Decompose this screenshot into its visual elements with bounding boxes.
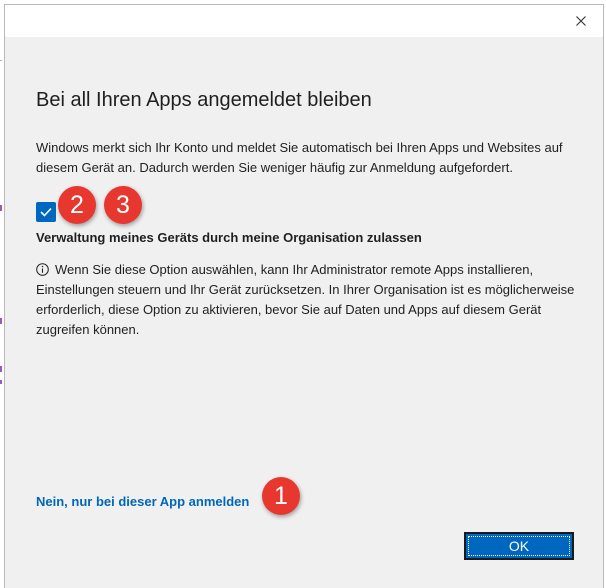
info-text-block: Wenn Sie diese Option auswählen, kann Ih… xyxy=(36,260,581,340)
allow-management-checkbox[interactable] xyxy=(36,202,56,222)
checkmark-icon xyxy=(40,207,52,217)
info-icon xyxy=(36,263,49,276)
close-button[interactable] xyxy=(571,11,591,31)
page: Bei all Ihren Apps angemeldet bleiben Wi… xyxy=(0,0,606,588)
sign-in-this-app-only-link[interactable]: Nein, nur bei dieser App anmelden xyxy=(36,494,249,509)
ok-button-label: OK xyxy=(508,538,530,554)
allow-management-label: Verwaltung meines Geräts durch meine Org… xyxy=(36,230,422,245)
sign-in-dialog: Bei all Ihren Apps angemeldet bleiben Wi… xyxy=(4,4,604,588)
info-text: Wenn Sie diese Option auswählen, kann Ih… xyxy=(36,262,575,337)
annotation-badge-3: 3 xyxy=(104,186,142,224)
annotation-badge-2: 2 xyxy=(58,186,96,224)
title-bar xyxy=(5,5,603,37)
close-icon xyxy=(576,16,586,26)
ok-button[interactable]: OK xyxy=(464,532,574,560)
dialog-heading: Bei all Ihren Apps angemeldet bleiben xyxy=(36,89,372,111)
annotation-badge-1: 1 xyxy=(262,477,300,515)
dialog-description: Windows merkt sich Ihr Konto und meldet … xyxy=(36,140,563,175)
